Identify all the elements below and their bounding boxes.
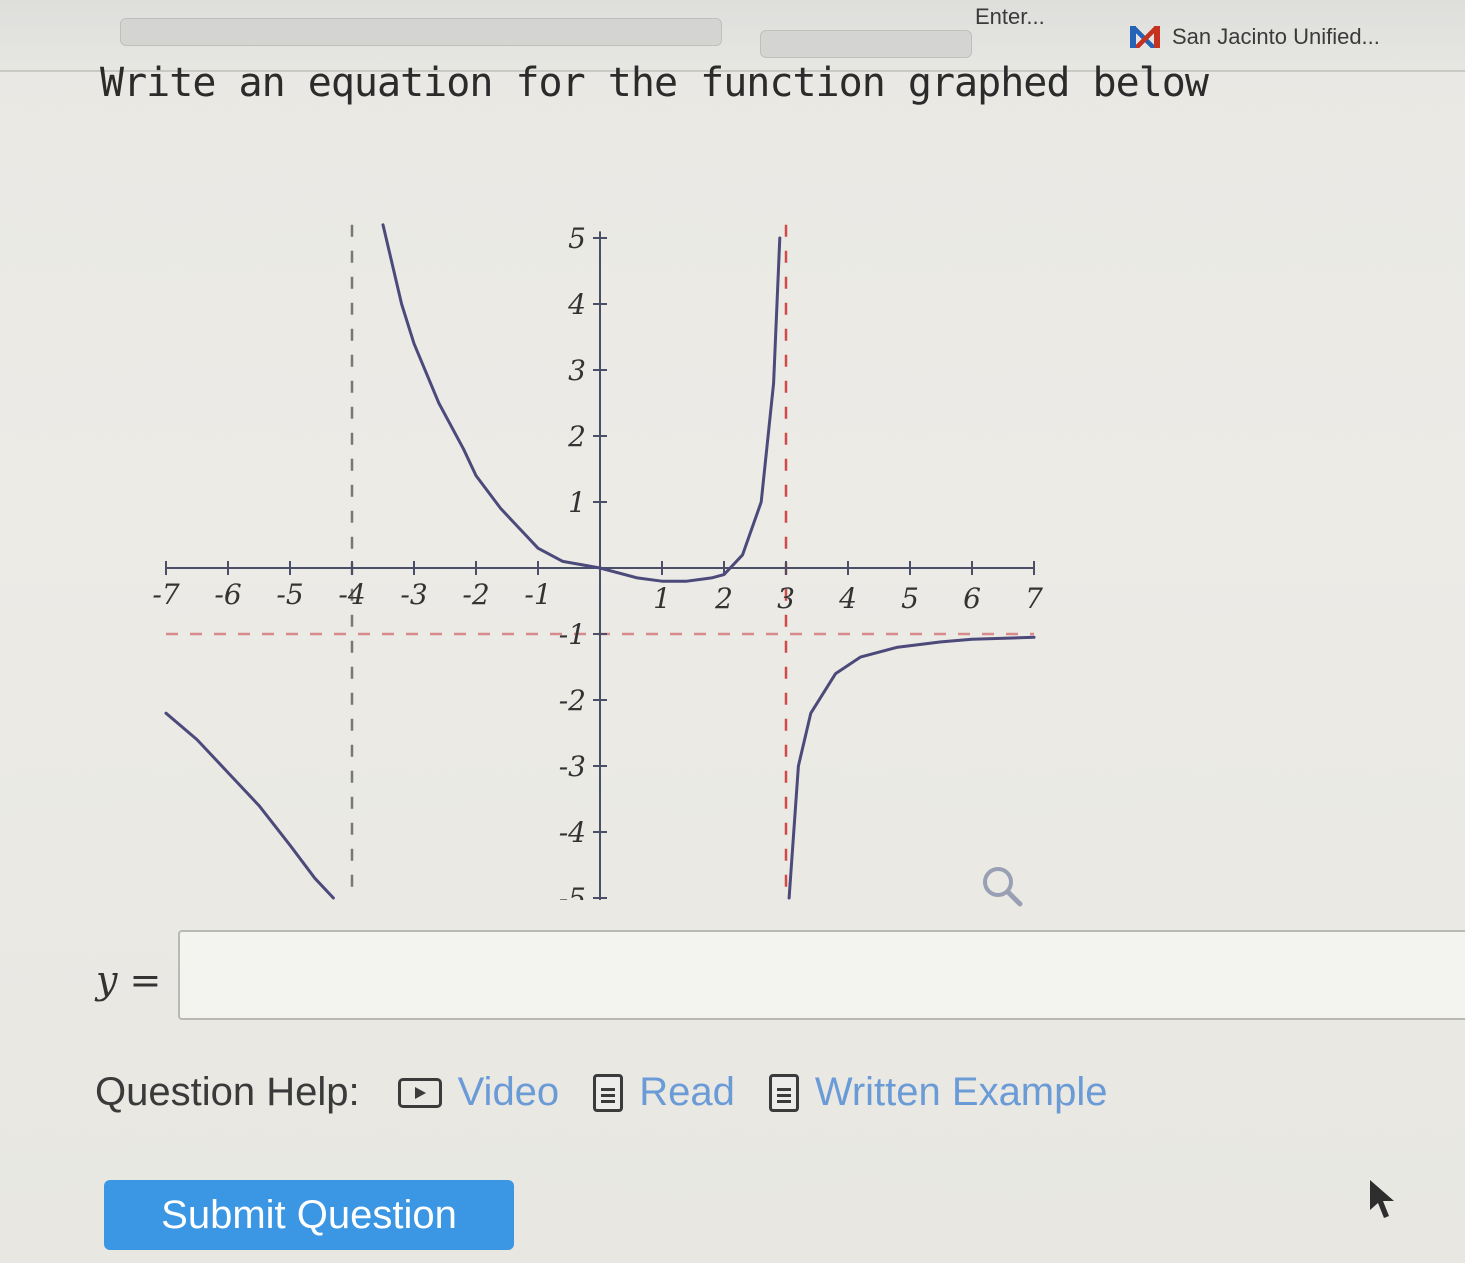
function-graph: -7 -6 -5 -4 -3 -2 -1 1 2 3 4 5 6 7 -5 -4 -3 -2 -1 1 2 3 4 5: [90, 180, 1060, 900]
y-tick-label: -4: [559, 816, 586, 849]
bookmark-san-jacinto[interactable]: San Jacinto Unified...: [1130, 24, 1380, 50]
x-tick-label: -6: [214, 578, 241, 611]
y-tick-label: -2: [559, 684, 586, 717]
video-icon: [397, 1077, 442, 1108]
x-tick-label: 7: [1025, 582, 1043, 615]
x-tick-label: -4: [338, 578, 365, 611]
bookmark-label: San Jacinto Unified...: [1172, 24, 1380, 49]
y-tick-label: -3: [559, 750, 586, 783]
help-label: Question Help:: [95, 1070, 360, 1114]
function-curve: [164, 711, 335, 900]
y-tick-label: 4: [567, 288, 586, 321]
x-tick-label: 6: [963, 582, 981, 615]
submit-question-button[interactable]: Submit Question: [104, 1180, 514, 1250]
mouse-cursor-icon: [1370, 1180, 1394, 1218]
browser-tab[interactable]: [120, 18, 722, 46]
x-tick-label: 4: [838, 582, 857, 615]
y-tick-label: 3: [568, 354, 586, 387]
x-tick-label: -7: [152, 578, 179, 611]
document-icon: [768, 1073, 799, 1112]
help-video-label: Video: [457, 1070, 560, 1114]
question-prompt: Write an equation for the function graph…: [100, 60, 1209, 106]
function-curve: [381, 223, 782, 583]
x-tick-label: 5: [901, 582, 919, 615]
x-tick-label: -5: [276, 578, 303, 611]
magnify-icon[interactable]: [978, 862, 1026, 910]
graph-svg: -7 -6 -5 -4 -3 -2 -1 1 2 3 4 5 6 7 -5 -4 -3 -2 -1 1 2 3 4 5: [152, 222, 1043, 900]
y-tick-label: 1: [568, 486, 586, 519]
x-tick-label: -1: [524, 578, 551, 611]
help-read-label: Read: [639, 1070, 735, 1114]
x-tick-label: -3: [400, 578, 427, 611]
x-tick-label: -2: [462, 578, 489, 611]
x-tick-label: 3: [777, 582, 795, 615]
x-tick-label: 1: [653, 582, 671, 615]
answer-label: y =: [96, 958, 162, 1002]
function-curve: [787, 635, 1036, 900]
bookmark-enter[interactable]: Enter...: [975, 4, 1045, 30]
x-tick-label: 2: [714, 582, 733, 615]
help-read-link[interactable]: Read: [593, 1070, 735, 1115]
bookmark-label: Enter...: [975, 4, 1045, 29]
gmail-icon: [1130, 26, 1160, 48]
y-tick-label: 5: [568, 222, 586, 255]
document-icon: [593, 1073, 624, 1112]
help-example-label: Written Example: [814, 1070, 1108, 1114]
question-help: Question Help: Video Read Written Exampl…: [95, 1070, 1142, 1115]
y-tick-label: -5: [559, 882, 586, 900]
answer-row: y =: [96, 930, 1465, 1040]
answer-input[interactable]: [178, 930, 1465, 1020]
browser-tab-secondary[interactable]: [760, 30, 972, 58]
help-example-link[interactable]: Written Example: [768, 1070, 1108, 1115]
y-tick-label: 2: [567, 420, 586, 453]
y-tick-label: -1: [559, 618, 586, 651]
help-video-link[interactable]: Video: [397, 1070, 560, 1115]
